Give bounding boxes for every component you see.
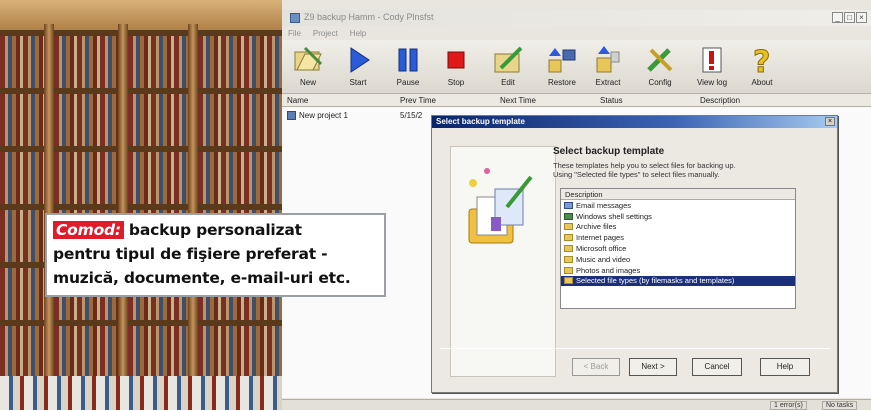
window-controls: _ □ × bbox=[832, 12, 867, 23]
template-item-internet[interactable]: Internet pages bbox=[561, 232, 795, 243]
column-prev-time[interactable]: Prev Time bbox=[400, 96, 436, 105]
back-button[interactable]: < Back bbox=[572, 358, 620, 376]
project-prev-time: 5/15/2 bbox=[400, 111, 423, 120]
pause-button[interactable]: Pause bbox=[386, 44, 430, 92]
log-icon bbox=[695, 44, 729, 76]
wizard-illustration bbox=[450, 146, 556, 377]
menu-file[interactable]: File bbox=[288, 29, 301, 40]
caption-box: Comod: backup personalizat pentru tipul d… bbox=[45, 213, 386, 297]
template-item-archive[interactable]: Archive files bbox=[561, 222, 795, 233]
menu-help[interactable]: Help bbox=[350, 29, 366, 40]
extract-icon bbox=[591, 44, 625, 76]
dialog-heading: Select backup template bbox=[553, 146, 665, 157]
template-item-office[interactable]: Microsoft office bbox=[561, 243, 795, 254]
dialog-close-button[interactable]: × bbox=[825, 117, 835, 126]
edit-button[interactable]: Edit bbox=[486, 44, 530, 92]
template-item-selected-types[interactable]: Selected file types (by filemasks and te… bbox=[561, 275, 795, 287]
project-icon bbox=[287, 111, 296, 120]
title-bar: Z9 backup Hamm - Cody Plnsfst _ □ × bbox=[282, 10, 871, 26]
column-status[interactable]: Status bbox=[600, 96, 623, 105]
backup-template-dialog: Select backup template × Select backup t… bbox=[431, 115, 838, 393]
caption-brand: Comod: bbox=[53, 221, 124, 239]
template-item-photos[interactable]: Photos and images bbox=[561, 265, 795, 276]
config-button[interactable]: Config bbox=[638, 44, 682, 92]
template-list-header[interactable]: Description bbox=[561, 189, 795, 200]
stop-button[interactable]: Stop bbox=[434, 44, 478, 92]
project-name: New project 1 bbox=[299, 111, 348, 120]
extract-button[interactable]: Extract bbox=[586, 44, 630, 92]
floor-books bbox=[0, 376, 282, 410]
list-header: Name Prev Time Next Time Status Descript… bbox=[282, 95, 871, 107]
folder-icon bbox=[564, 255, 573, 263]
status-tasks: No tasks bbox=[822, 401, 858, 410]
windows-icon bbox=[564, 212, 573, 220]
column-name[interactable]: Name bbox=[287, 96, 308, 105]
dialog-separator bbox=[440, 348, 830, 349]
toolbar: New Start Pause Stop Edit Restore Extrac… bbox=[282, 40, 871, 94]
template-item-email[interactable]: Email messages bbox=[561, 200, 795, 211]
about-button[interactable]: ? About bbox=[740, 44, 784, 92]
template-item-music[interactable]: Music and video bbox=[561, 254, 795, 265]
close-button[interactable]: × bbox=[856, 12, 867, 23]
edit-icon bbox=[491, 44, 525, 76]
next-button[interactable]: Next > bbox=[629, 358, 677, 376]
maximize-button[interactable]: □ bbox=[844, 12, 855, 23]
new-icon bbox=[291, 44, 325, 76]
folder-icon bbox=[564, 234, 573, 242]
bookshelf bbox=[0, 30, 44, 410]
table-row[interactable]: New project 1 5/15/2 bbox=[287, 111, 422, 120]
folder-icon bbox=[564, 266, 573, 274]
cancel-button[interactable]: Cancel bbox=[692, 358, 742, 376]
caption-line-1: Comod: backup personalizat bbox=[53, 218, 378, 242]
template-item-windows[interactable]: Windows shell settings bbox=[561, 211, 795, 222]
play-icon bbox=[341, 44, 375, 76]
folder-icon bbox=[564, 277, 573, 285]
folder-icon bbox=[564, 245, 573, 253]
status-bar: 1 error(s) No tasks bbox=[282, 399, 871, 410]
column-description[interactable]: Description bbox=[700, 96, 740, 105]
question-icon: ? bbox=[745, 44, 779, 81]
caption-line-2: pentru tipul de fişiere preferat - bbox=[53, 245, 328, 263]
stop-icon bbox=[439, 44, 473, 76]
restore-icon bbox=[545, 44, 579, 76]
template-list[interactable]: Description Email messages Windows shell… bbox=[560, 188, 796, 309]
library-photo bbox=[0, 0, 282, 410]
new-button[interactable]: New bbox=[286, 44, 330, 92]
folder-icon bbox=[564, 223, 573, 231]
menu-bar: File Project Help bbox=[282, 27, 871, 40]
caption-line-3: muzică, documente, e-mail-uri etc. bbox=[53, 269, 351, 287]
dialog-title: Select backup template bbox=[432, 116, 837, 128]
window-title: Z9 backup Hamm - Cody Plnsfst bbox=[304, 12, 434, 22]
menu-project[interactable]: Project bbox=[313, 29, 338, 40]
tools-icon bbox=[643, 44, 677, 76]
mail-icon bbox=[564, 201, 573, 209]
svg-text:?: ? bbox=[753, 45, 770, 76]
column-next-time[interactable]: Next Time bbox=[500, 96, 536, 105]
minimize-button[interactable]: _ bbox=[832, 12, 843, 23]
dialog-description: These templates help you to select files… bbox=[553, 161, 736, 179]
help-button[interactable]: Help bbox=[760, 358, 810, 376]
app-icon bbox=[290, 13, 300, 23]
pause-icon bbox=[391, 44, 425, 76]
start-button[interactable]: Start bbox=[336, 44, 380, 92]
status-errors: 1 error(s) bbox=[770, 401, 807, 410]
restore-button[interactable]: Restore bbox=[540, 44, 584, 92]
view-log-button[interactable]: View log bbox=[690, 44, 734, 92]
